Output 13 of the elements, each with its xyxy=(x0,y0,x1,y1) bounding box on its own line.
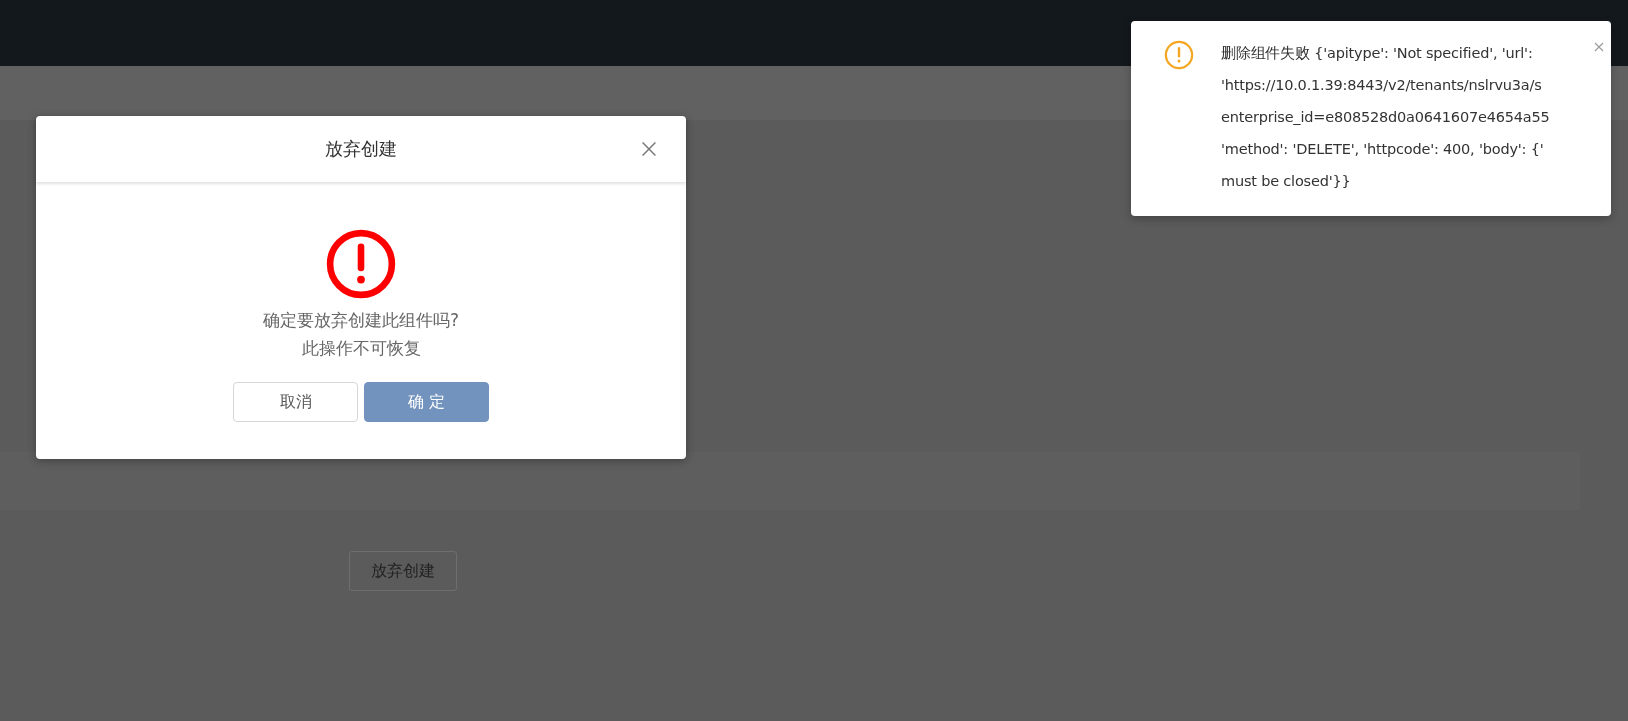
abandon-button[interactable]: 放弃创建 xyxy=(349,551,457,591)
confirm-button[interactable]: 确 定 xyxy=(364,382,489,422)
warning-icon xyxy=(1164,40,1194,70)
notification-message: must be closed'}} xyxy=(1221,172,1352,191)
dialog-title: 放弃创建 xyxy=(325,137,397,161)
dialog-message: 此操作不可恢复 xyxy=(301,337,421,360)
notification-message: 删除组件失败 {'apitype': 'Not specified', 'url': xyxy=(1221,44,1534,63)
dialog-message: 确定要放弃创建此组件吗? xyxy=(263,309,459,332)
cancel-button[interactable]: 取消 xyxy=(233,382,358,422)
notification-message: 'method': 'DELETE', 'httpcode': 400, 'body': {' xyxy=(1221,140,1545,159)
notification-message: enterprise_id=e808528d0a0641607e4654a55 xyxy=(1221,108,1550,127)
notification-message: 'https://10.0.1.39:8443/v2/tenants/nslrvu3a/s xyxy=(1221,76,1543,95)
warning-icon xyxy=(325,228,397,300)
